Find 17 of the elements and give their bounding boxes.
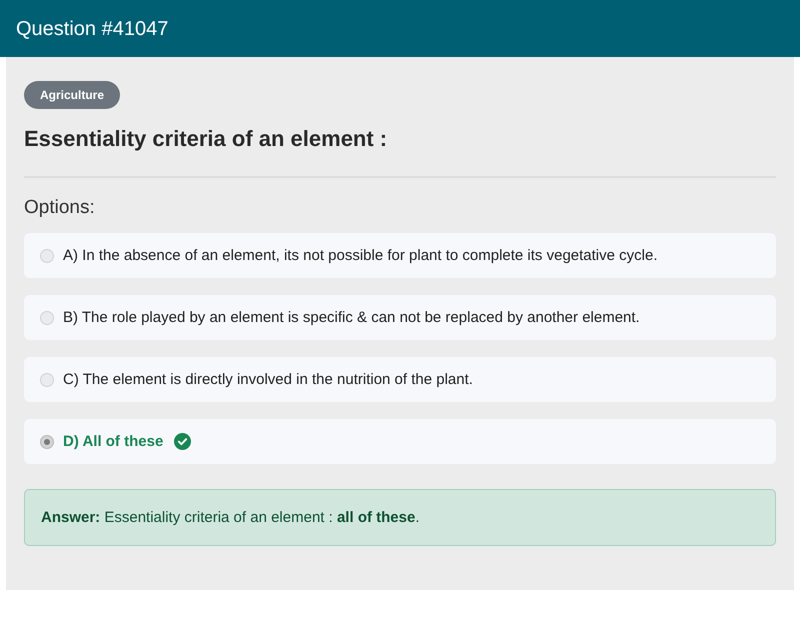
radio-button[interactable] bbox=[40, 248, 54, 262]
page-title: Question #41047 bbox=[16, 17, 168, 41]
category-badge: Agriculture bbox=[24, 81, 120, 109]
option-text: B) The role played by an element is specific & can not be replaced by another element. bbox=[63, 309, 640, 326]
question-text: Essentiality criteria of an element : bbox=[24, 125, 388, 153]
option-card[interactable]: C) The element is directly involved in the nutrition of the plant. bbox=[24, 357, 776, 402]
option-text: C) The element is directly involved in the nutrition of the plant. bbox=[63, 371, 473, 388]
radio-button[interactable] bbox=[40, 434, 54, 448]
option-card[interactable]: D) All of these bbox=[24, 419, 776, 464]
radio-button[interactable] bbox=[40, 372, 54, 386]
answer-alert: Answer: Essentiality criteria of an element : all of these. bbox=[24, 489, 776, 546]
option-card[interactable]: B) The role played by an element is specific & can not be replaced by another element. bbox=[24, 295, 776, 340]
option-text: A) In the absence of an element, its not possible for plant to complete its vegetative cycle. bbox=[63, 247, 658, 264]
radio-button[interactable] bbox=[40, 310, 54, 324]
option-card[interactable]: A) In the absence of an element, its not possible for plant to complete its vegetative cycle. bbox=[24, 233, 776, 278]
options-label: Options: bbox=[24, 196, 96, 220]
option-text: D) All of these bbox=[63, 433, 164, 450]
